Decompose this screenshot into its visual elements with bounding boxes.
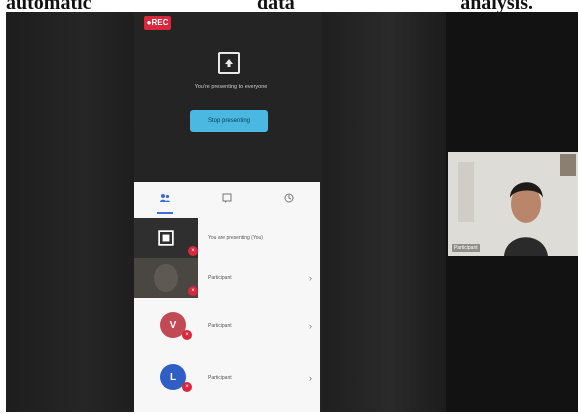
record-badge: ●REC xyxy=(144,16,171,30)
participant-row[interactable]: V × Participant › xyxy=(134,306,320,346)
chevron-right-icon: › xyxy=(309,321,312,331)
present-screen-icon xyxy=(218,52,240,74)
mic-off-icon: × xyxy=(188,286,198,296)
people-panel-tabbar xyxy=(134,182,320,214)
participant-name: You are presenting (You) xyxy=(208,235,263,241)
participant-video-tile[interactable]: Participant xyxy=(448,152,578,256)
tab-activities[interactable] xyxy=(277,186,301,210)
participant-row[interactable]: × Participant › xyxy=(134,258,320,298)
participant-name: Participant xyxy=(208,275,232,281)
people-panel: × You are presenting (You) × Participant… xyxy=(134,182,320,412)
meeting-screen: ●REC You're presenting to everyone Stop … xyxy=(6,12,578,412)
chevron-right-icon: › xyxy=(309,373,312,383)
screen-share-left-region xyxy=(6,12,134,412)
chevron-right-icon: › xyxy=(309,273,312,283)
participant-name: Participant xyxy=(208,323,232,329)
chat-icon xyxy=(222,193,232,203)
presenting-icon xyxy=(158,230,174,246)
stop-presenting-button[interactable]: Stop presenting xyxy=(190,110,268,132)
activities-icon xyxy=(284,193,294,203)
participant-row[interactable]: × You are presenting (You) xyxy=(134,218,320,258)
participant-name: Participant xyxy=(208,375,232,381)
tab-people[interactable] xyxy=(153,186,177,214)
participant-video xyxy=(448,152,578,256)
mic-off-icon: × xyxy=(182,382,192,392)
presenting-message: You're presenting to everyone xyxy=(194,84,268,90)
video-tile-name: Participant xyxy=(452,244,480,252)
screen-share-right-region xyxy=(322,12,446,412)
people-icon xyxy=(160,194,170,202)
tab-chat[interactable] xyxy=(215,186,239,210)
mic-off-icon: × xyxy=(188,246,198,256)
mic-off-icon: × xyxy=(182,330,192,340)
participant-row[interactable]: L × Participant › xyxy=(134,358,320,398)
